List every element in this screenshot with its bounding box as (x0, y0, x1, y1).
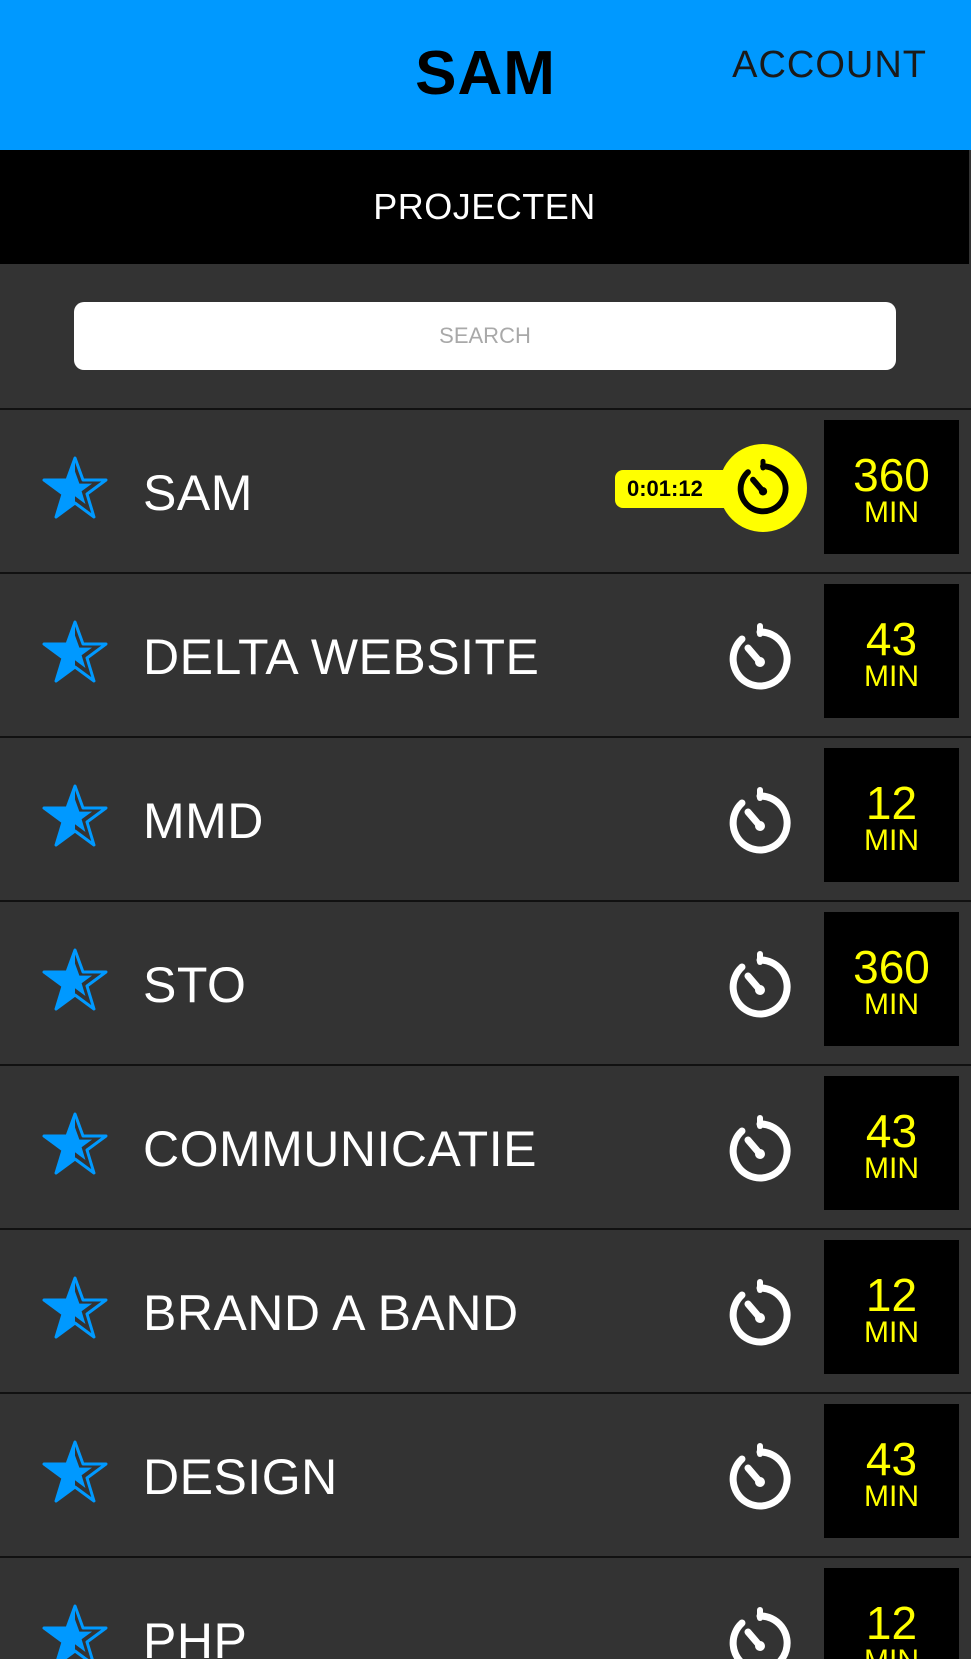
minutes-value: 360 (853, 449, 930, 501)
project-list: SAM 0:01:12 360 MIN DELTA WEBSITE 43 MIN MMD 12 M… (0, 410, 971, 1659)
app-header: SAM ACCOUNT (0, 0, 971, 150)
minutes-value: 12 (865, 1597, 918, 1649)
minutes-value: 12 (865, 1269, 918, 1321)
minutes-box: 360 MIN (824, 420, 959, 554)
star-icon[interactable] (42, 1275, 108, 1341)
minutes-unit: MIN (864, 1152, 919, 1185)
project-row[interactable]: DELTA WEBSITE 43 MIN (0, 574, 971, 738)
app-root: SAM ACCOUNT PROJECTEN SAM0:01:12360MINDE… (0, 0, 971, 1659)
minutes-value: 43 (865, 1433, 918, 1485)
minutes-box: 12MIN (824, 1568, 959, 1659)
project-row[interactable]: COMMUNICATIE 43 MIN (0, 1066, 971, 1230)
stopwatch-icon[interactable] (724, 1278, 796, 1350)
project-row[interactable]: DESIGN 43 MIN (0, 1394, 971, 1558)
project-name: DELTA WEBSITE (143, 629, 540, 685)
minutes-box: 12MIN (824, 1240, 959, 1374)
minutes-unit: MIN (864, 1316, 919, 1349)
active-timer-button[interactable]: 0:01:12 (615, 442, 807, 534)
project-row[interactable]: STO 360 MIN (0, 902, 971, 1066)
minutes-value: 360 (853, 941, 930, 993)
minutes-value: 43 (865, 1105, 918, 1157)
app-title: SAM (415, 39, 556, 108)
project-name: STO (143, 957, 247, 1013)
minutes-unit: MIN (864, 824, 919, 857)
search-bar (0, 264, 971, 410)
project-row[interactable]: PHP 12MIN (0, 1558, 971, 1659)
tab-projecten[interactable]: PROJECTEN (0, 186, 969, 228)
project-name: PHP (143, 1613, 248, 1659)
stopwatch-icon[interactable] (724, 1114, 796, 1186)
star-icon[interactable] (42, 619, 108, 685)
minutes-unit: MIN (824, 1646, 959, 1659)
star-icon[interactable] (42, 783, 108, 849)
stopwatch-icon[interactable] (724, 786, 796, 858)
stopwatch-icon[interactable] (724, 1442, 796, 1514)
star-icon[interactable] (42, 1111, 108, 1177)
star-icon[interactable] (42, 455, 108, 521)
account-link[interactable]: ACCOUNT (732, 44, 927, 87)
project-name: SAM (143, 465, 253, 521)
project-name: DESIGN (143, 1449, 338, 1505)
stopwatch-icon (719, 444, 807, 532)
project-name: MMD (143, 793, 264, 849)
minutes-value: 12 (865, 777, 918, 829)
stopwatch-icon[interactable] (724, 622, 796, 694)
minutes-unit: MIN (864, 1480, 919, 1513)
project-name: BRAND A BAND (143, 1285, 519, 1341)
stopwatch-icon[interactable] (724, 1606, 796, 1659)
project-row[interactable]: BRAND A BAND 12 MIN (0, 1230, 971, 1394)
tab-bar: PROJECTEN (0, 150, 971, 264)
project-name: COMMUNICATIE (143, 1121, 537, 1177)
minutes-value: 43 (865, 613, 918, 665)
minutes-box: 43 MIN (824, 1404, 959, 1538)
minutes-box: 360 MIN (824, 912, 959, 1046)
minutes-box: 43 MIN (824, 584, 959, 718)
search-input[interactable] (74, 302, 896, 370)
minutes-box: 12MIN (824, 748, 959, 882)
minutes-box: 43 MIN (824, 1076, 959, 1210)
star-icon[interactable] (42, 1439, 108, 1505)
project-row[interactable]: SAM 0:01:12 360 MIN (0, 410, 971, 574)
minutes-unit: MIN (864, 988, 919, 1021)
minutes-unit: MIN (864, 496, 919, 529)
project-row[interactable]: MMD 12 MIN (0, 738, 971, 902)
minutes-unit: MIN (864, 660, 919, 693)
star-icon[interactable] (42, 947, 108, 1013)
star-icon[interactable] (42, 1603, 108, 1659)
stopwatch-icon[interactable] (724, 950, 796, 1022)
